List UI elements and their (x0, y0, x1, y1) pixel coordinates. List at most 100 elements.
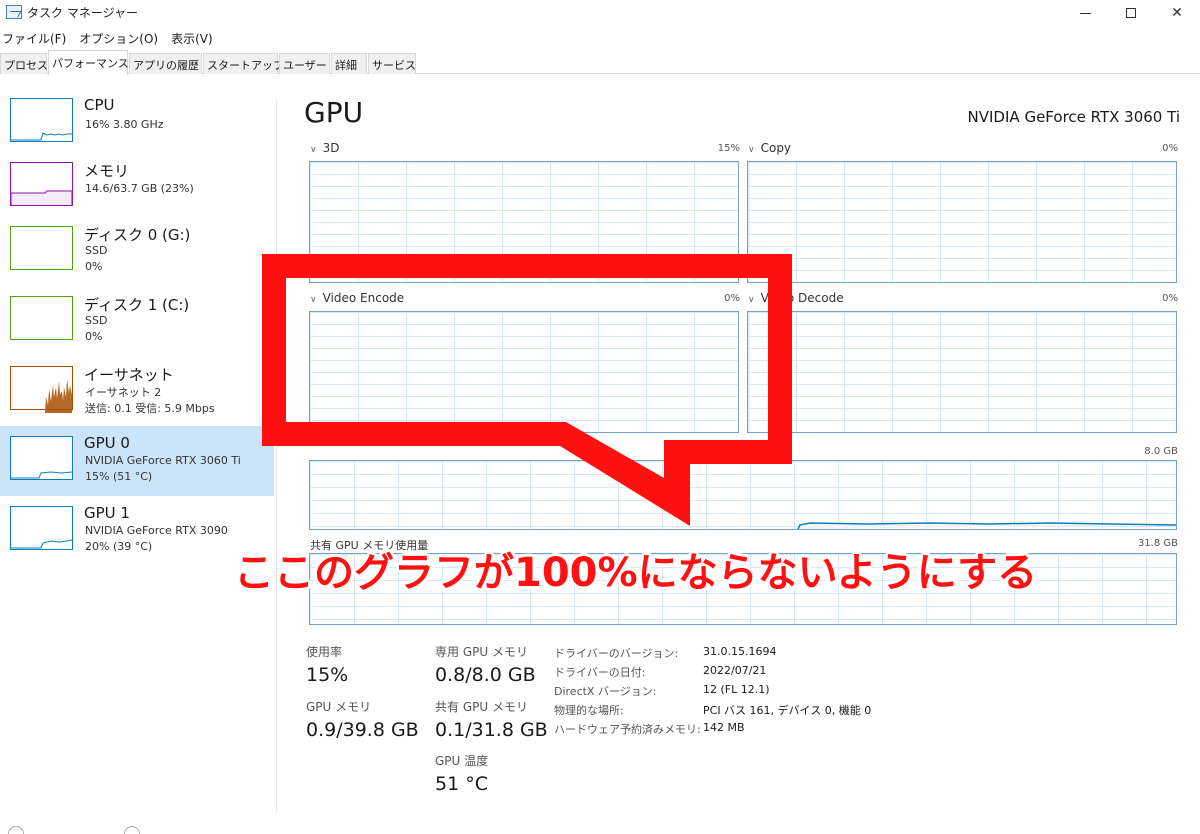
dedicated-memory-max-label: 8.0 GB (1144, 446, 1178, 457)
fewer-details-icon[interactable] (8, 826, 24, 834)
sidebar-item-title: GPU 1 (84, 504, 130, 522)
close-button[interactable]: ✕ (1154, 0, 1200, 26)
annotation-text: ここのグラフが100%にならないようにする (234, 550, 1038, 596)
graph-engine-selector-copy[interactable]: ∨ Copy (748, 141, 791, 155)
ethernet-thumbnail-graph (10, 366, 73, 413)
chevron-down-icon: ∨ (748, 295, 755, 305)
resource-sidebar: CPU 16% 3.80 GHz メモリ 14.6/63.7 GB (23%) … (0, 90, 276, 834)
chevron-down-icon: ∨ (310, 295, 317, 305)
sidebar-item-disk-0[interactable]: ディスク 0 (G:) SSD 0% (0, 224, 274, 294)
graph-max-label: 0% (1162, 143, 1178, 154)
sidebar-item-title: ディスク 0 (G:) (84, 226, 191, 244)
graph-label: 3D (322, 141, 340, 155)
graph-max-label: 0% (724, 293, 740, 304)
usage-value: 15% (306, 664, 349, 686)
bottom-status-icons (8, 826, 208, 834)
driver-version-value: 31.0.15.1694 (703, 645, 777, 658)
graph-video-decode (747, 311, 1177, 433)
sidebar-item-ethernet[interactable]: イーサネット イーサネット 2 送信: 0.1 受信: 5.9 Mbps (0, 364, 274, 434)
sidebar-item-value: 20% (39 °C) (85, 540, 153, 553)
sidebar-item-memory[interactable]: メモリ 14.6/63.7 GB (23%) (0, 160, 274, 230)
sidebar-item-subtitle: NVIDIA GeForce RTX 3090 (85, 524, 228, 537)
tab-details[interactable]: 詳細 (331, 53, 367, 74)
minimize-icon (1079, 12, 1091, 14)
tab-performance[interactable]: パフォーマンス (48, 50, 129, 75)
sidebar-divider[interactable] (276, 100, 277, 812)
directx-version-value: 12 (FL 12.1) (703, 683, 770, 696)
sidebar-item-gpu-1[interactable]: GPU 1 NVIDIA GeForce RTX 3090 20% (39 °C… (0, 498, 274, 568)
sidebar-item-subtitle: SSD (85, 314, 108, 327)
sidebar-item-subtitle: イーサネット 2 (85, 386, 162, 399)
tab-users[interactable]: ユーザー (279, 53, 330, 74)
sidebar-item-subtitle: 14.6/63.7 GB (23%) (85, 182, 194, 195)
maximize-button[interactable] (1108, 0, 1154, 26)
task-manager-icon (6, 5, 22, 19)
gpu-memory-value: 0.9/39.8 GB (306, 719, 419, 741)
graph-engine-selector-video-decode[interactable]: ∨ Video Decode (748, 291, 844, 305)
title-bar: タスク マネージャー ✕ (0, 0, 1200, 26)
driver-version-label: ドライバーのバージョン: (554, 647, 679, 660)
sidebar-item-value: 送信: 0.1 受信: 5.9 Mbps (85, 402, 215, 415)
gpu-model-name: NVIDIA GeForce RTX 3060 Ti (967, 108, 1180, 126)
graph-3d (309, 161, 739, 283)
sidebar-item-cpu[interactable]: CPU 16% 3.80 GHz (0, 90, 274, 160)
sidebar-item-title: メモリ (84, 162, 130, 180)
dedicated-memory-value: 0.8/8.0 GB (435, 664, 536, 686)
disk-1-thumbnail-graph (10, 296, 73, 340)
tab-bar: プロセス パフォーマンス アプリの履歴 スタートアップ ユーザー 詳細 サービス (0, 50, 1200, 75)
sidebar-item-subtitle: NVIDIA GeForce RTX 3060 Ti (85, 454, 241, 467)
tab-services[interactable]: サービス (368, 53, 416, 74)
tab-app-history[interactable]: アプリの履歴 (129, 53, 202, 74)
gpu-1-thumbnail-line (11, 539, 73, 549)
window-title: タスク マネージャー (27, 6, 138, 20)
graph-copy (747, 161, 1177, 283)
sidebar-item-disk-1[interactable]: ディスク 1 (C:) SSD 0% (0, 294, 274, 364)
directx-version-label: DirectX バージョン: (554, 685, 657, 698)
menu-view[interactable]: 表示(V) (169, 27, 218, 49)
gpu-0-thumbnail-graph (10, 436, 73, 480)
sidebar-item-subtitle: 16% 3.80 GHz (85, 118, 164, 131)
sidebar-item-gpu-0[interactable]: GPU 0 NVIDIA GeForce RTX 3060 Ti 15% (51… (0, 426, 274, 496)
gpu-temperature-label: GPU 温度 (435, 754, 489, 768)
cpu-thumbnail-graph (10, 98, 73, 142)
minimize-button[interactable] (1062, 0, 1108, 26)
menu-options[interactable]: オプション(O) (77, 27, 163, 49)
hardware-reserved-memory-label: ハードウェア予約済みメモリ: (554, 723, 701, 736)
sidebar-item-subtitle: SSD (85, 244, 108, 257)
disk-0-thumbnail-graph (10, 226, 73, 270)
graph-max-label: 0% (1162, 293, 1178, 304)
physical-location-value: PCI バス 161, デバイス 0, 機能 0 (703, 704, 872, 717)
sidebar-item-title: ディスク 1 (C:) (84, 296, 190, 314)
ethernet-thumbnail-bars (45, 379, 72, 413)
menu-bar: ファイル(F) オプション(O) 表示(V) (0, 27, 224, 49)
graph-label: Video Encode (322, 291, 405, 305)
gpu-1-thumbnail-graph (10, 506, 73, 550)
shared-memory-max-label: 31.8 GB (1137, 538, 1178, 549)
graph-engine-selector-video-encode[interactable]: ∨ Video Encode (310, 291, 404, 305)
tab-startup[interactable]: スタートアップ (203, 53, 284, 74)
sidebar-item-value: 0% (85, 330, 103, 343)
close-icon: ✕ (1171, 5, 1183, 21)
driver-date-label: ドライバーの日付: (554, 666, 646, 679)
tab-processes[interactable]: プロセス (0, 53, 48, 74)
graph-max-label: 15% (717, 143, 740, 154)
graph-video-encode (309, 311, 739, 433)
sidebar-item-value: 15% (51 °C) (85, 470, 153, 483)
sidebar-item-title: イーサネット (84, 366, 174, 384)
sidebar-item-value: 0% (85, 260, 103, 273)
graph-engine-selector-3d[interactable]: ∨ 3D (310, 141, 339, 155)
resource-monitor-icon[interactable] (124, 826, 140, 834)
chevron-down-icon: ∨ (748, 145, 755, 155)
dedicated-memory-graph (309, 460, 1177, 530)
graph-label: Video Decode (760, 291, 844, 305)
shared-memory-value: 0.1/31.8 GB (435, 719, 548, 741)
driver-date-value: 2022/07/21 (703, 664, 767, 677)
dedicated-memory-label: 専用 GPU メモリ (435, 645, 528, 659)
memory-thumbnail-line (10, 190, 73, 205)
hardware-reserved-memory-value: 142 MB (703, 721, 745, 734)
shared-memory-label: 共有 GPU メモリ (435, 700, 528, 714)
menu-file[interactable]: ファイル(F) (0, 27, 71, 49)
dedicated-memory-usage-line (797, 522, 1177, 530)
sidebar-item-title: CPU (84, 96, 115, 114)
maximize-icon (1126, 8, 1136, 18)
